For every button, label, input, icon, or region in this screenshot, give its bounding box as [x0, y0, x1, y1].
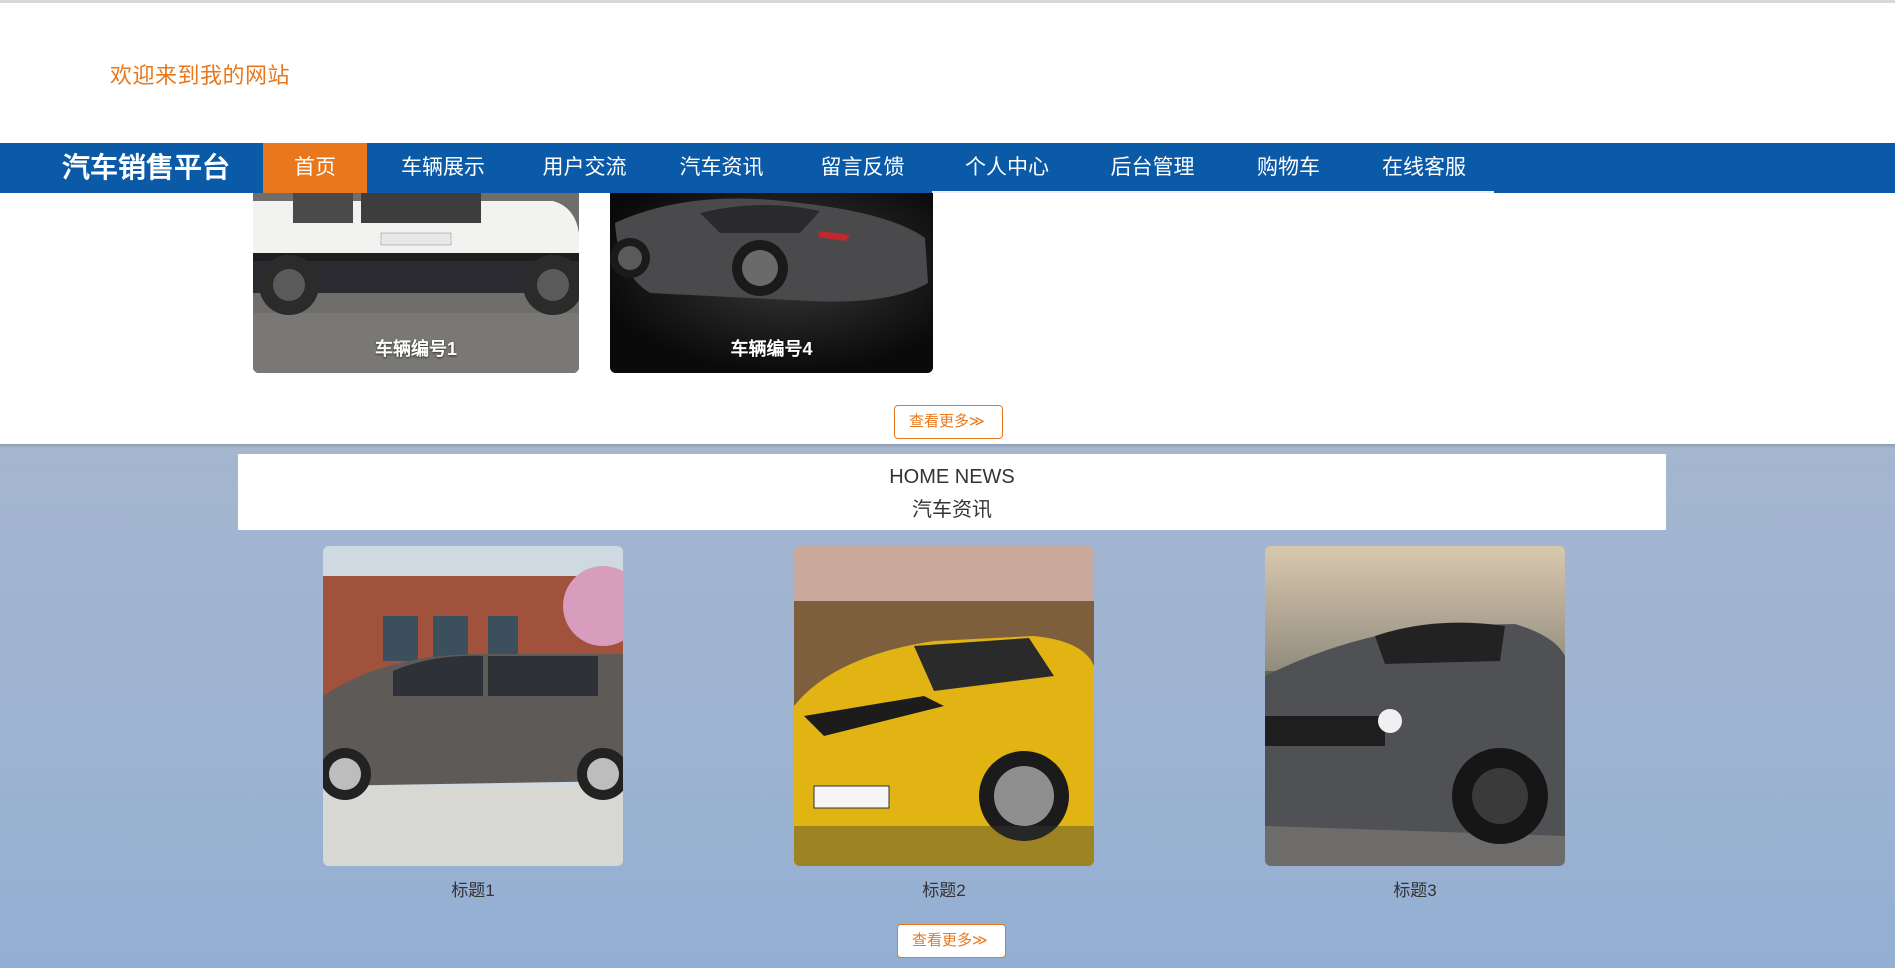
welcome-text: 欢迎来到我的网站	[110, 63, 291, 88]
nav-item-label: 汽车资讯	[679, 156, 764, 179]
news-more-button[interactable]: 查看更多≫	[897, 924, 1006, 958]
nav-item-label: 后台管理	[1110, 156, 1195, 179]
nav-item-label: 首页	[294, 156, 336, 179]
vehicle-label: 车辆编号1	[374, 339, 457, 359]
news-heading-en: HOME NEWS	[889, 466, 1015, 488]
vehicle-section: 车辆编号1 车辆编号4 查看更多≫	[0, 193, 1895, 444]
nav-item-profile[interactable]: 个人中心	[932, 143, 1082, 193]
nav-item-label: 在线客服	[1382, 156, 1466, 179]
news-title: 标题1	[451, 881, 495, 900]
nav-item-label: 用户交流	[542, 156, 627, 179]
news-image	[1265, 546, 1565, 866]
nav-item-news[interactable]: 汽车资讯	[650, 143, 793, 193]
news-header: HOME NEWS 汽车资讯	[238, 454, 1666, 530]
vehicle-label: 车辆编号4	[730, 339, 813, 359]
news-section: HOME NEWS 汽车资讯 标题1 标题2 标题3 查看更多≫	[0, 444, 1895, 968]
vehicle-card[interactable]: 车辆编号4	[610, 193, 933, 373]
news-title: 标题3	[1393, 881, 1437, 900]
nav-item-home[interactable]: 首页	[263, 143, 367, 193]
page: 欢迎来到我的网站 汽车销售平台 首页 车辆展示 用户交流 汽车资讯 留言反馈 个…	[0, 0, 1895, 968]
nav-item-support[interactable]: 在线客服	[1354, 143, 1494, 193]
nav-item-label: 车辆展示	[401, 156, 485, 179]
nav-item-feedback[interactable]: 留言反馈	[793, 143, 932, 193]
news-card[interactable]: 标题2	[794, 546, 1094, 901]
nav-item-label: 留言反馈	[820, 156, 905, 179]
nav-item-vehicles[interactable]: 车辆展示	[367, 143, 519, 193]
nav-item-admin[interactable]: 后台管理	[1082, 143, 1223, 193]
nav-item-cart[interactable]: 购物车	[1223, 143, 1354, 193]
news-title: 标题2	[922, 881, 966, 900]
main-navbar: 汽车销售平台 首页 车辆展示 用户交流 汽车资讯 留言反馈 个人中心 后台管理	[0, 143, 1895, 193]
nav-menu: 首页 车辆展示 用户交流 汽车资讯 留言反馈 个人中心 后台管理 购物车 在线客…	[263, 143, 1494, 193]
site-brand[interactable]: 汽车销售平台	[62, 143, 230, 193]
nav-item-label: 个人中心	[965, 156, 1049, 179]
news-heading-zh: 汽车资讯	[912, 499, 992, 521]
nav-item-community[interactable]: 用户交流	[519, 143, 650, 193]
vehicle-card[interactable]: 车辆编号1	[253, 193, 579, 373]
news-card[interactable]: 标题1	[323, 546, 623, 901]
nav-item-label: 购物车	[1257, 156, 1320, 179]
vehicles-more-button[interactable]: 查看更多≫	[894, 405, 1003, 439]
news-image	[323, 546, 623, 866]
top-divider	[0, 0, 1895, 3]
news-card[interactable]: 标题3	[1265, 546, 1565, 901]
news-image	[794, 546, 1094, 866]
